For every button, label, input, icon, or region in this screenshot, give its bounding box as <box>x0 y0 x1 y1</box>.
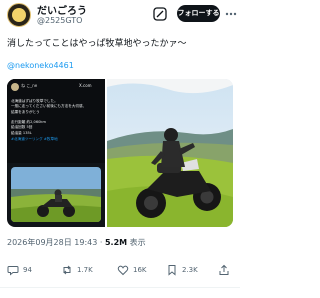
card-text: 北海道はずばり牧草でした。 一般に走ってください前後にも方法を大切感、 結果をあ… <box>11 99 101 142</box>
card-name: ね こ_ne <box>21 83 38 88</box>
like-button[interactable]: 16K <box>117 263 147 277</box>
bookmark-count: 2.3K <box>182 266 198 274</box>
post-text: 消したってことはやっぱ牧草地やったかァ〜 <box>7 39 187 49</box>
post-header: だいごろう @2525GTO フォローする <box>0 0 240 30</box>
timestamp-and-views: 2026年09月28日 19:43 · 5.2M 表示 <box>7 237 146 248</box>
like-count: 16K <box>133 266 147 274</box>
card-line: 給油量 135L <box>11 130 32 135</box>
embedded-card: ね こ_ne X.com 北海道はずばり牧草でした。 一般に走ってください前後に… <box>7 79 105 163</box>
author-name[interactable]: だいごろう <box>37 2 87 17</box>
share-icon <box>219 264 229 275</box>
heart-icon <box>117 265 129 276</box>
repost-button[interactable]: 1.7K <box>61 263 93 277</box>
author-handle[interactable]: @2525GTO <box>37 16 82 25</box>
post-datetime[interactable]: 2026年09月28日 19:43 <box>7 238 97 247</box>
media-grid: ね こ_ne X.com 北海道はずばり牧草でした。 一般に走ってください前後に… <box>7 79 233 227</box>
reply-button[interactable]: 94 <box>7 263 32 277</box>
share-button[interactable] <box>218 263 234 277</box>
mention-link[interactable]: @nekoneko4461 <box>7 61 74 70</box>
card-avatar <box>11 83 19 91</box>
embedded-screenshot-image[interactable]: ね こ_ne X.com 北海道はずばり牧草でした。 一般に走ってください前後に… <box>7 79 105 227</box>
repost-count: 1.7K <box>77 266 93 274</box>
reply-icon <box>7 266 19 276</box>
repost-icon <box>63 265 71 275</box>
avatar[interactable] <box>7 3 31 27</box>
bookmark-icon <box>168 265 176 276</box>
grok-icon[interactable] <box>153 7 167 21</box>
card-brand: X.com <box>79 83 92 88</box>
views-label: 表示 <box>129 238 146 247</box>
follow-button[interactable]: フォローする <box>177 5 220 22</box>
more-options-icon[interactable] <box>225 8 237 20</box>
divider <box>0 287 240 288</box>
motorcycle-photo-large[interactable] <box>107 79 233 227</box>
bookmark-button[interactable]: 2.3K <box>166 263 198 277</box>
reply-count: 94 <box>23 266 32 274</box>
separator: · <box>99 238 103 247</box>
views-count: 5.2M <box>104 238 128 247</box>
action-bar: 94 1.7K 16K 2.3K <box>0 260 240 280</box>
card-hashtags[interactable]: #北海道ツーリング #牧草地 <box>11 137 101 142</box>
motorcycle-photo-small <box>11 167 101 222</box>
